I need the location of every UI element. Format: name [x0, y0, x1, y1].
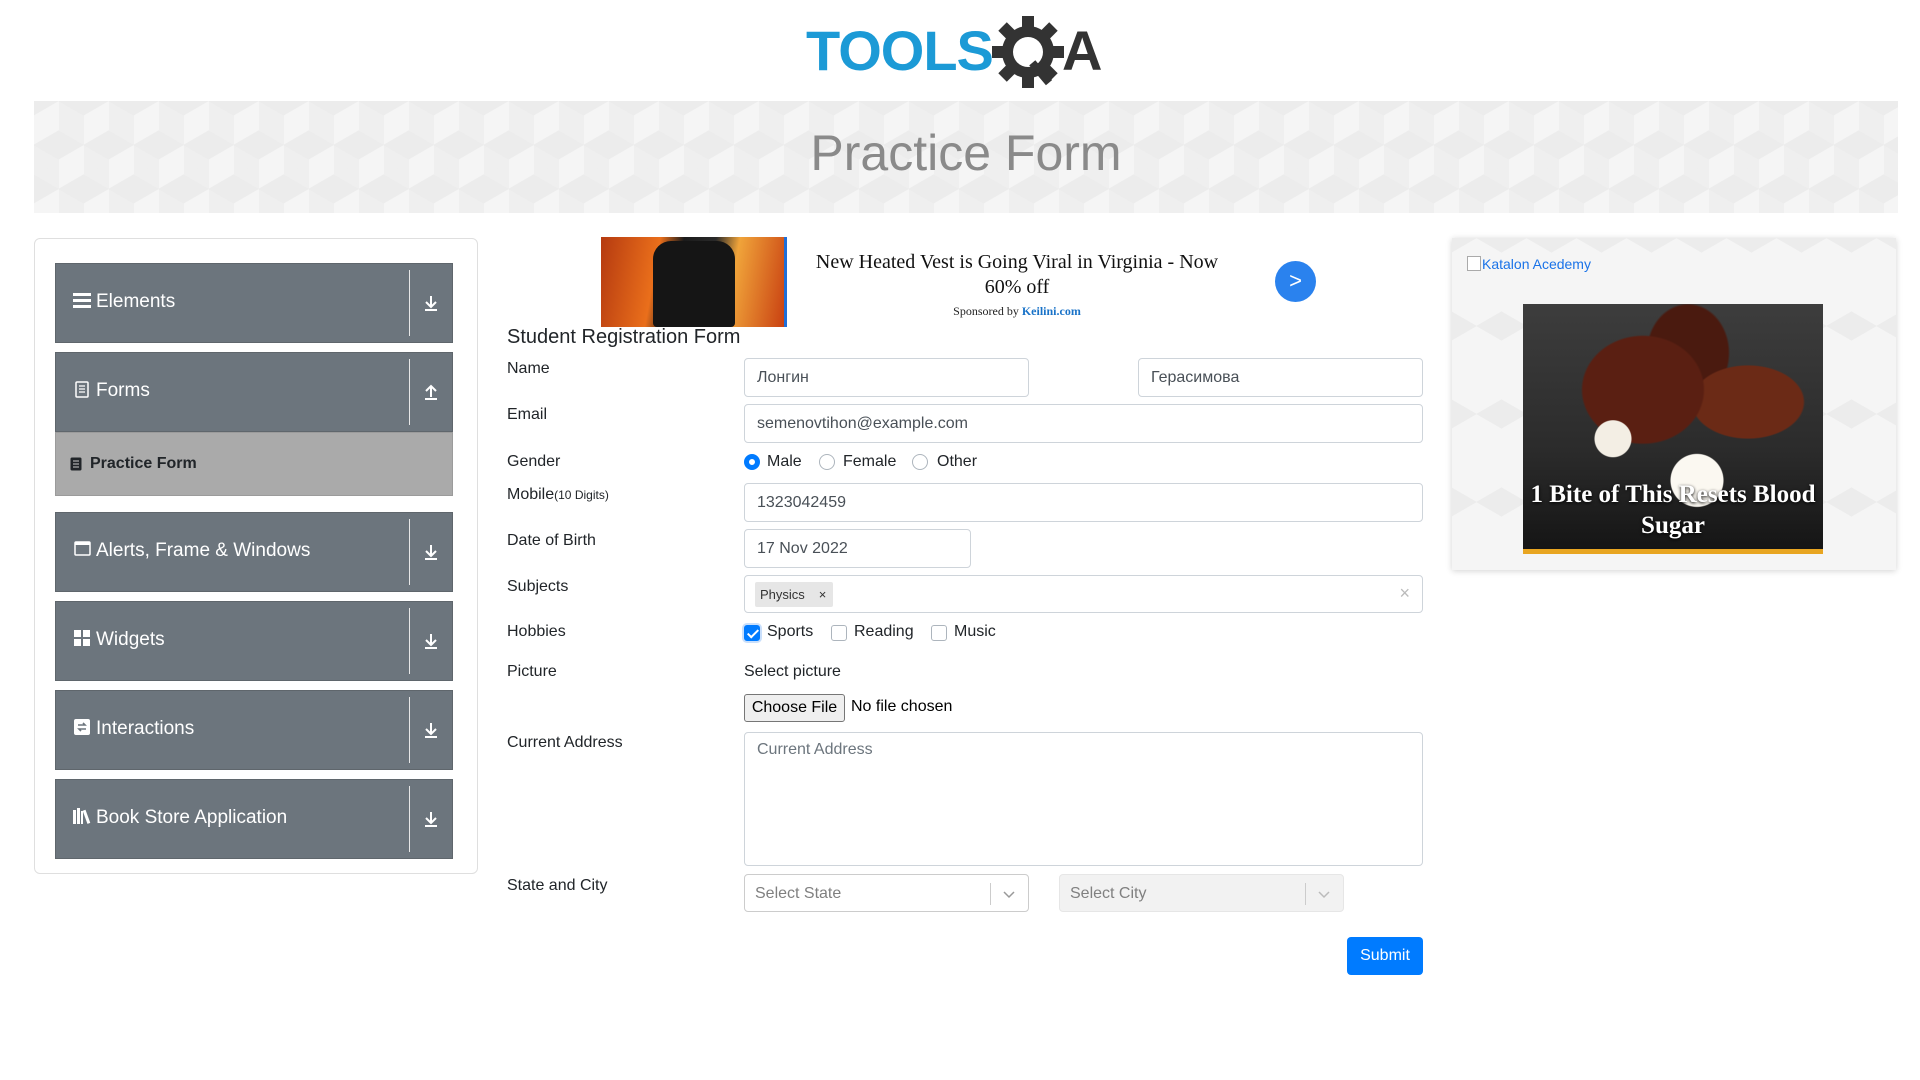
hobby-music-label[interactable]: Music [954, 623, 996, 641]
broken-image-alt-link[interactable]: Katalon Acedemy [1467, 256, 1591, 272]
hobbies-label: Hobbies [507, 623, 566, 640]
state-city-label: State and City [507, 877, 608, 894]
download-arrow-icon[interactable] [422, 721, 442, 741]
menu-icon [72, 292, 92, 312]
picture-label: Picture [507, 663, 557, 680]
ad-headline[interactable]: 1 Bite of This Resets Blood Sugar [1523, 479, 1823, 541]
list-icon [70, 457, 84, 473]
form-title: Student Registration Form [507, 326, 741, 348]
logo-text-tools: TOOLS [806, 19, 993, 82]
sidebar-group-interactions[interactable]: Interactions [55, 690, 453, 770]
picture-prompt: Select picture [744, 663, 841, 680]
download-arrow-icon[interactable] [422, 543, 442, 563]
hobby-reading-checkbox[interactable] [831, 625, 847, 641]
hobby-reading-label[interactable]: Reading [854, 623, 914, 641]
chevron-down-icon [1000, 885, 1018, 903]
advertisement-banner[interactable]: New Heated Vest is Going Viral in Virgin… [601, 237, 1317, 327]
sidebar-group-label: Elements [96, 291, 176, 312]
download-arrow-icon[interactable] [422, 632, 442, 652]
gear-icon [992, 16, 1064, 88]
city-placeholder: Select City [1070, 885, 1147, 902]
gender-male-radio[interactable] [744, 454, 760, 470]
subject-chip: Physics × [755, 582, 833, 607]
page-title: Practice Form [810, 125, 1122, 181]
interaction-icon [72, 719, 92, 739]
sidebar-group-label: Book Store Application [96, 807, 288, 828]
subjects-label: Subjects [507, 578, 569, 595]
first-name-input[interactable]: Лонгин [744, 358, 1029, 397]
sidebar-group-widgets[interactable]: Widgets [55, 601, 453, 681]
sidebar: Elements Forms Practice Form Alerts, Fra… [34, 238, 478, 874]
hobby-sports-label[interactable]: Sports [767, 623, 813, 641]
gender-male-label[interactable]: Male [767, 453, 802, 471]
toolsqa-logo[interactable]: TOOLS A [806, 16, 1130, 92]
sidebar-group-book-store[interactable]: Book Store Application [55, 779, 453, 859]
sidebar-item-label: Practice Form [90, 455, 197, 472]
grid-icon [72, 630, 92, 650]
name-label: Name [507, 360, 550, 377]
gender-female-label[interactable]: Female [843, 453, 896, 471]
sidebar-group-elements[interactable]: Elements [55, 263, 453, 343]
submit-button[interactable]: Submit [1347, 937, 1423, 975]
gender-label: Gender [507, 453, 561, 470]
gender-other-label[interactable]: Other [937, 453, 977, 471]
email-label: Email [507, 406, 548, 423]
clear-icon[interactable]: × [1399, 583, 1410, 604]
ad-sponsor[interactable]: Sponsored by Keilini.com [797, 304, 1237, 319]
ad-image[interactable]: 1 Bite of This Resets Blood Sugar [1523, 304, 1823, 554]
subject-chip-label: Physics [760, 587, 805, 602]
window-icon [72, 541, 92, 561]
last-name-input[interactable]: Герасимова [1138, 358, 1423, 397]
books-icon [72, 808, 92, 828]
state-placeholder: Select State [755, 885, 842, 902]
city-select[interactable]: Select City [1059, 874, 1344, 912]
sidebar-group-label: Interactions [96, 718, 195, 739]
email-input[interactable]: semenovtihon@example.com [744, 404, 1423, 443]
choose-file-button[interactable]: Choose File [744, 694, 845, 722]
chevron-down-icon [1315, 885, 1333, 903]
sidebar-group-label: Alerts, Frame & Windows [96, 540, 311, 561]
sidebar-group-forms[interactable]: Forms [55, 352, 453, 432]
ad-image[interactable] [601, 237, 787, 327]
dob-label: Date of Birth [507, 532, 596, 549]
ad-headline[interactable]: New Heated Vest is Going Viral in Virgin… [797, 250, 1237, 300]
ad-next-button[interactable]: > [1275, 261, 1316, 302]
right-advertisement[interactable]: Katalon Acedemy 1 Bite of This Resets Bl… [1452, 238, 1896, 570]
gender-female-radio[interactable] [819, 454, 835, 470]
page-banner: Practice Form [34, 101, 1898, 213]
subjects-input[interactable]: Physics × × [744, 575, 1423, 613]
mobile-hint: (10 Digits) [554, 488, 609, 502]
sidebar-group-label: Forms [96, 380, 150, 401]
sidebar-group-label: Widgets [96, 629, 165, 650]
gender-other-radio[interactable] [912, 454, 928, 470]
download-arrow-icon[interactable] [422, 810, 442, 830]
svg-text:A: A [1062, 19, 1102, 82]
hobby-music-checkbox[interactable] [931, 625, 947, 641]
upload-arrow-icon[interactable] [422, 383, 442, 403]
state-select[interactable]: Select State [744, 874, 1029, 912]
mobile-input[interactable]: 1323042459 [744, 483, 1423, 522]
current-address-textarea[interactable]: Current Address [744, 732, 1423, 866]
mobile-label: Mobile(10 Digits) [507, 486, 609, 503]
sidebar-item-practice-form[interactable]: Practice Form [55, 432, 453, 496]
sidebar-group-alerts[interactable]: Alerts, Frame & Windows [55, 512, 453, 592]
download-arrow-icon[interactable] [422, 294, 442, 314]
file-status: No file chosen [851, 698, 953, 715]
chip-remove-icon[interactable]: × [812, 582, 833, 607]
hobby-sports-checkbox[interactable] [744, 625, 760, 641]
address-label: Current Address [507, 734, 623, 751]
dob-input[interactable]: 17 Nov 2022 [744, 529, 971, 568]
document-icon [72, 381, 92, 401]
